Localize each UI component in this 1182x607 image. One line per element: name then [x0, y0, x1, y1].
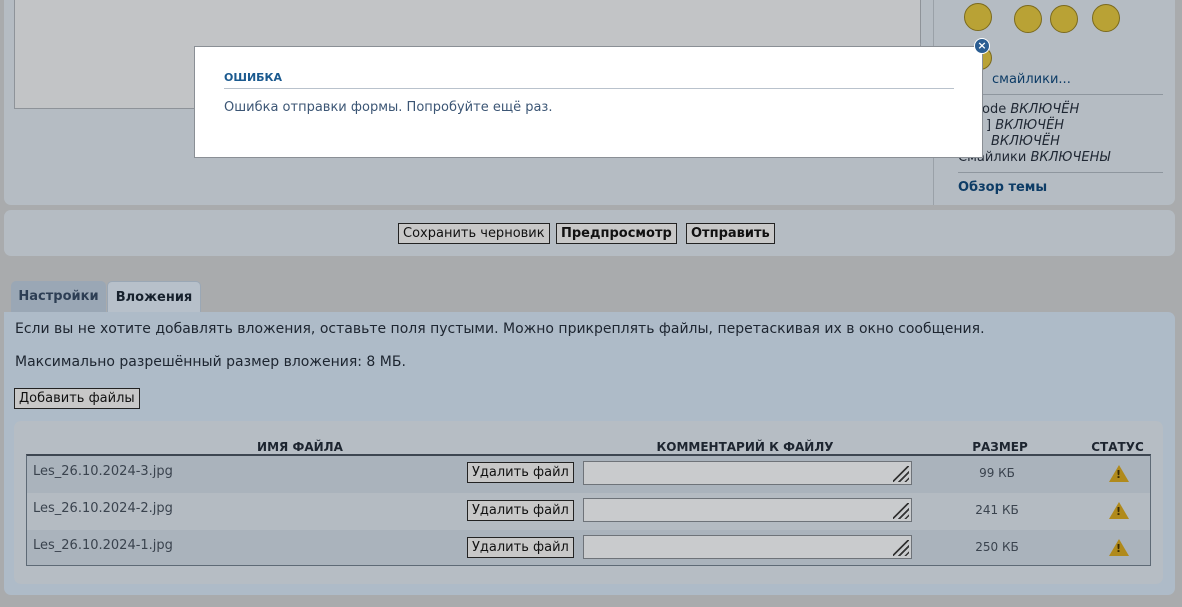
delete-file-button[interactable]: Удалить файл [467, 462, 574, 483]
submit-button[interactable]: Отправить [686, 223, 775, 244]
file-name: Les_26.10.2024-2.jpg [33, 501, 173, 516]
max-size-info: Максимально разрешённый размер вложения:… [15, 354, 406, 370]
smiley-icon-2[interactable] [1014, 5, 1042, 33]
dialog-title: ОШИБКА [224, 71, 283, 84]
table-row: Les_26.10.2024-1.jpg Удалить файл 250 КБ… [27, 530, 1150, 567]
table-row: Les_26.10.2024-3.jpg Удалить файл 99 КБ … [27, 456, 1150, 493]
preview-button[interactable]: Предпросмотр [556, 223, 677, 244]
warning-icon: ! [1109, 465, 1129, 482]
attachments-table: Les_26.10.2024-3.jpg Удалить файл 99 КБ … [26, 454, 1151, 566]
file-name: Les_26.10.2024-3.jpg [33, 464, 173, 479]
error-dialog: ОШИБКА Ошибка отправки формы. Попробуйте… [194, 46, 983, 158]
resize-grip-icon[interactable] [893, 466, 909, 482]
delete-file-button[interactable]: Удалить файл [467, 500, 574, 521]
smiley-icon-3[interactable] [1050, 5, 1078, 33]
tab-attachments[interactable]: Вложения [107, 281, 201, 313]
separator [958, 172, 1163, 173]
file-name: Les_26.10.2024-1.jpg [33, 538, 173, 553]
resize-grip-icon[interactable] [893, 540, 909, 556]
topic-review-link[interactable]: Обзор темы [958, 180, 1047, 195]
flash-status: ВКЛЮЧЁН [991, 134, 1060, 149]
flash-state: ВКЛЮЧЁН [991, 134, 1060, 149]
dialog-message: Ошибка отправки формы. Попробуйте ещё ра… [224, 100, 553, 115]
column-filename: ИМЯ ФАЙЛА [257, 440, 343, 454]
img-status: ] ВКЛЮЧЁН [986, 118, 1064, 133]
bbcode-status: ode ВКЛЮЧЁН [982, 102, 1079, 117]
img-state: ВКЛЮЧЁН [995, 118, 1065, 133]
tab-settings[interactable]: Настройки [11, 281, 106, 313]
warning-icon: ! [1109, 539, 1129, 556]
file-comment-input[interactable] [583, 461, 912, 485]
column-size: РАЗМЕР [972, 440, 1028, 454]
delete-file-button[interactable]: Удалить файл [467, 537, 574, 558]
more-smilies-link[interactable]: смайлики... [992, 72, 1071, 87]
warning-icon: ! [1109, 502, 1129, 519]
dialog-divider [224, 88, 954, 89]
file-size: 241 КБ [975, 503, 1019, 517]
attachments-hint: Если вы не хотите добавлять вложения, ос… [15, 321, 985, 337]
table-row: Les_26.10.2024-2.jpg Удалить файл 241 КБ… [27, 493, 1150, 530]
bbcode-state: ВКЛЮЧЁН [1010, 102, 1080, 117]
save-draft-button[interactable]: Сохранить черновик [398, 223, 550, 244]
add-files-button[interactable]: Добавить файлы [14, 388, 140, 409]
resize-grip-icon[interactable] [893, 503, 909, 519]
file-comment-input[interactable] [583, 535, 912, 559]
bbcode-label: ode [982, 102, 1007, 117]
column-comment: КОММЕНТАРИЙ К ФАЙЛУ [656, 440, 834, 454]
smiley-icon-1[interactable] [964, 3, 992, 31]
smilies-state: ВКЛЮЧЕНЫ [1030, 150, 1111, 165]
file-size: 99 КБ [979, 466, 1015, 480]
column-status: СТАТУС [1091, 440, 1144, 454]
separator [958, 94, 1163, 95]
close-icon[interactable]: × [974, 38, 990, 54]
file-size: 250 КБ [975, 540, 1019, 554]
file-comment-input[interactable] [583, 498, 912, 522]
img-label: ] [986, 118, 992, 133]
smiley-icon-4[interactable] [1092, 4, 1120, 32]
